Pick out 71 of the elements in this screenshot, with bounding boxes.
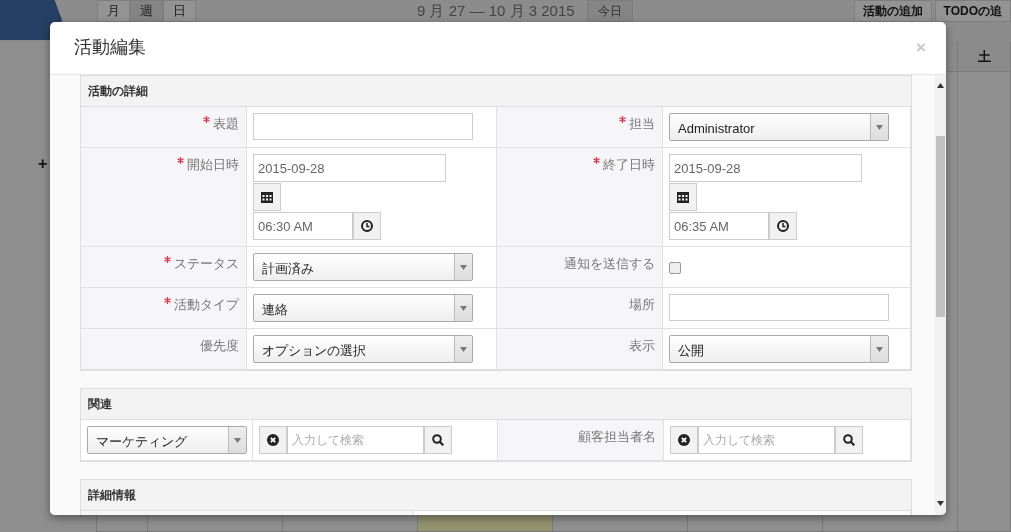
calendar-button[interactable] xyxy=(669,183,697,211)
required-icon xyxy=(164,256,171,263)
search-field[interactable]: 入力して検索 xyxy=(698,426,835,454)
date-field[interactable]: 2015-09-28 xyxy=(253,154,446,182)
calendar-icon xyxy=(261,191,273,203)
field-label: 担当 xyxy=(629,116,655,131)
required-icon xyxy=(203,116,210,123)
section-title: 詳細情報 xyxy=(81,480,911,511)
time-field[interactable]: 06:30 AM xyxy=(253,212,353,240)
field-label: 優先度 xyxy=(200,338,239,353)
search-icon xyxy=(843,434,855,446)
caret-icon xyxy=(460,346,467,352)
view-tab[interactable]: 週 xyxy=(130,0,163,22)
section-title: 関連 xyxy=(81,389,911,420)
view-tab[interactable]: 月 xyxy=(97,0,130,22)
field-label: 通知を送信する xyxy=(564,256,655,271)
clear-icon xyxy=(267,434,279,446)
scroll-down-icon[interactable] xyxy=(937,501,944,506)
select-field[interactable]: 公開 xyxy=(669,335,889,363)
clear-button[interactable] xyxy=(259,426,287,454)
text-field[interactable] xyxy=(669,294,889,321)
clear-button[interactable] xyxy=(670,426,698,454)
add-button[interactable]: + xyxy=(38,152,48,176)
required-icon xyxy=(593,157,600,164)
select-field[interactable]: 計画済み xyxy=(253,253,473,281)
required-icon xyxy=(619,116,626,123)
action-button[interactable]: TODOの追 xyxy=(934,0,1011,22)
caret-icon xyxy=(460,264,467,270)
required-icon xyxy=(177,157,184,164)
field-label: 活動タイプ xyxy=(174,297,239,312)
search-icon xyxy=(432,434,444,446)
time-field[interactable]: 06:35 AM xyxy=(669,212,769,240)
select-field[interactable]: 連絡 xyxy=(253,294,473,322)
clock-button[interactable] xyxy=(769,212,797,240)
search-field[interactable]: 入力して検索 xyxy=(287,426,424,454)
caret-icon xyxy=(876,346,883,352)
text-field[interactable] xyxy=(253,113,473,140)
select-field[interactable]: マーケティング xyxy=(87,426,247,454)
field-label: 顧客担当者名 xyxy=(578,429,656,444)
action-button[interactable]: 活動の追加 xyxy=(853,0,932,22)
day-header: 土 xyxy=(977,47,991,66)
search-button[interactable] xyxy=(424,426,452,454)
section-title: 活動の詳細 xyxy=(81,76,911,107)
scrollbar[interactable] xyxy=(935,75,946,515)
clock-icon xyxy=(361,220,373,232)
scrollbar-thumb[interactable] xyxy=(936,136,945,317)
field-label: 開始日時 xyxy=(187,157,239,172)
clock-icon xyxy=(777,220,789,232)
calendar-icon xyxy=(677,191,689,203)
scroll-up-icon[interactable] xyxy=(937,83,944,88)
modal-title: 活動編集 xyxy=(74,37,146,59)
field-label: ステータス xyxy=(174,256,239,271)
logo-shape xyxy=(0,0,62,40)
field-label: 場所 xyxy=(629,297,655,312)
view-tab[interactable]: 日 xyxy=(163,0,196,22)
calendar-button[interactable] xyxy=(253,183,281,211)
clear-icon xyxy=(678,434,690,446)
checkbox[interactable] xyxy=(669,262,681,274)
field-label: 終了日時 xyxy=(603,157,655,172)
clock-button[interactable] xyxy=(353,212,381,240)
date-range: 9 月 27 — 10 月 3 2015 xyxy=(416,1,575,21)
caret-icon xyxy=(234,437,241,443)
date-field[interactable]: 2015-09-28 xyxy=(669,154,862,182)
caret-icon xyxy=(876,124,883,130)
select-field[interactable]: Administrator xyxy=(669,113,889,141)
search-button[interactable] xyxy=(835,426,863,454)
select-field[interactable]: オプションの選択 xyxy=(253,335,473,363)
required-icon xyxy=(164,297,171,304)
caret-icon xyxy=(460,305,467,311)
field-label: 表示 xyxy=(629,338,655,353)
field-label: 表題 xyxy=(213,116,239,131)
